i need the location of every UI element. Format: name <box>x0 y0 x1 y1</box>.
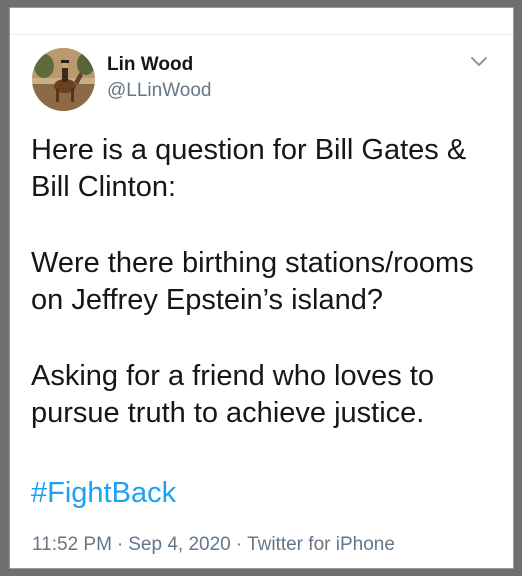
screenshot-frame: Lin Wood @LLinWood Here is a question fo… <box>0 0 522 576</box>
tweet-card: Lin Wood @LLinWood Here is a question fo… <box>9 7 514 569</box>
hashtag-link[interactable]: #FightBack <box>31 475 176 512</box>
author-handle[interactable]: @LLinWood <box>107 80 212 102</box>
chevron-down-icon[interactable] <box>469 54 489 68</box>
top-divider <box>10 34 513 35</box>
tweet-paragraph: Asking for a friend who loves to pursue … <box>31 360 434 429</box>
tweet-time[interactable]: 11:52 PM <box>32 534 112 555</box>
tweet-paragraph: Here is a question for Bill Gates & Bill… <box>31 134 467 203</box>
avatar[interactable] <box>32 48 95 111</box>
tweet-date[interactable]: Sep 4, 2020 <box>128 534 230 555</box>
tweet-text: Here is a question for Bill Gates & Bill… <box>31 132 501 471</box>
separator: · <box>116 534 124 555</box>
tweet-source[interactable]: Twitter for iPhone <box>247 534 395 555</box>
avatar-image <box>32 48 95 111</box>
separator: · <box>235 534 243 555</box>
author-name[interactable]: Lin Wood <box>107 54 193 76</box>
tweet-metadata: 11:52 PM · Sep 4, 2020 · Twitter for iPhone <box>32 534 395 556</box>
tweet-paragraph: Were there birthing stations/rooms on Je… <box>31 247 474 316</box>
